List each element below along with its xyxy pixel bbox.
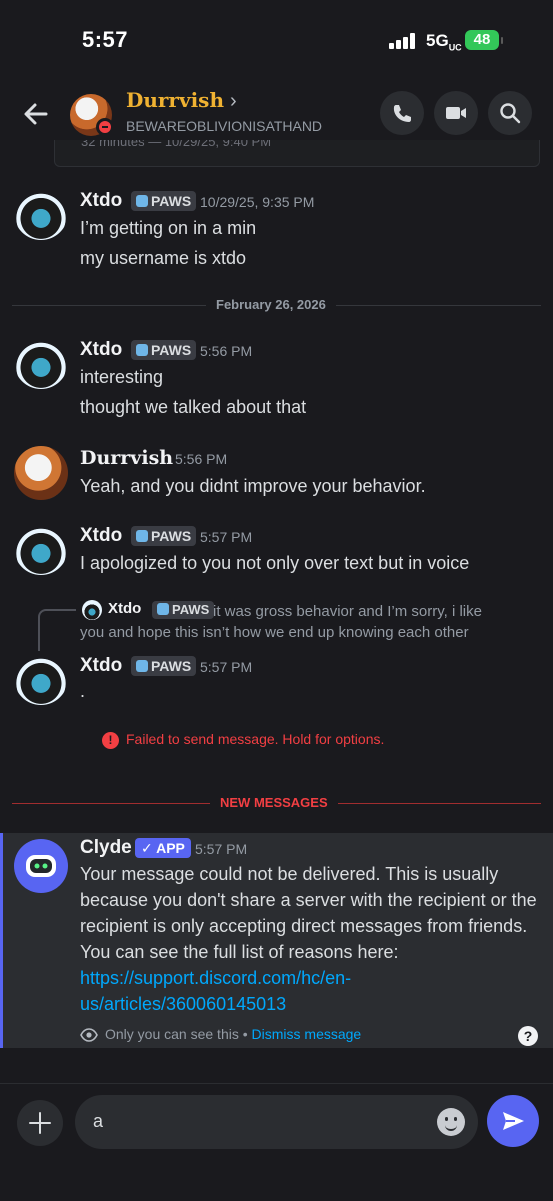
message-timestamp: 5:57 PM <box>195 841 248 857</box>
call-button[interactable] <box>380 91 424 135</box>
search-icon <box>500 103 521 124</box>
new-messages-label: NEW MESSAGES <box>210 795 338 810</box>
clyde-avatar[interactable] <box>14 839 68 893</box>
video-icon <box>446 107 466 119</box>
status-bar: 5:57 5GUC 48 <box>0 0 553 80</box>
dismiss-message-link[interactable]: Dismiss message <box>252 1026 362 1042</box>
avatar[interactable] <box>14 335 68 389</box>
emoji-icon[interactable] <box>437 1108 465 1136</box>
failed-send-notice[interactable]: Failed to send message. Hold for options… <box>126 731 384 747</box>
chevron-right-icon[interactable]: › <box>230 90 237 113</box>
paw-icon <box>136 660 148 672</box>
message-line: interesting <box>80 367 164 387</box>
message-timestamp: 5:57 PM <box>200 529 253 545</box>
message-line: . <box>80 681 86 701</box>
clyde-message-text: Your message could not be delivered. Thi… <box>80 864 537 1014</box>
search-button[interactable] <box>488 91 532 135</box>
status-time: 5:57 <box>82 27 129 52</box>
message-author[interactable]: Xtdo <box>80 655 122 677</box>
message-author[interactable]: Xtdo <box>80 339 122 361</box>
previous-embed: 32 minutes — 10/29/25, 9:40 PM <box>54 140 540 167</box>
guild-tag[interactable]: PAWS <box>131 191 197 211</box>
reply-author[interactable]: Xtdo <box>108 600 141 617</box>
video-call-button[interactable] <box>434 91 478 135</box>
avatar[interactable] <box>14 521 68 575</box>
message-line: I apologized to you not only over text b… <box>80 553 470 573</box>
message-timestamp: 5:56 PM <box>175 451 228 467</box>
dm-header: Durrvish › BEWAREOBLIVIONISATHAND <box>0 80 553 146</box>
message-timestamp: 10/29/25, 9:35 PM <box>200 194 315 210</box>
guild-tag[interactable]: PAWS <box>152 601 215 619</box>
message-author[interactable]: Xtdo <box>80 190 122 212</box>
recipient-username: BEWAREOBLIVIONISATHAND <box>126 118 323 134</box>
message-input[interactable]: a <box>75 1095 478 1149</box>
app-badge[interactable]: ✓ APP <box>135 838 191 858</box>
message-composer: a <box>0 1083 553 1201</box>
send-icon <box>503 1112 524 1130</box>
reply-avatar[interactable] <box>82 600 102 620</box>
reply-preview-text[interactable]: you and hope this isn’t how we end up kn… <box>80 624 469 641</box>
add-attachment-button[interactable] <box>17 1100 63 1146</box>
paw-icon <box>157 603 169 615</box>
reply-connector <box>38 609 76 651</box>
guild-tag[interactable]: PAWS <box>131 656 197 676</box>
guild-tag[interactable]: PAWS <box>131 526 197 546</box>
recipient-name[interactable]: Durrvish <box>126 88 224 112</box>
guild-tag[interactable]: PAWS <box>131 340 197 360</box>
paw-icon <box>136 195 148 207</box>
network-label: 5GUC <box>426 31 462 53</box>
error-icon: ! <box>102 732 119 749</box>
message-timestamp: 5:56 PM <box>200 343 253 359</box>
robot-icon <box>26 855 56 877</box>
support-link[interactable]: https://support.discord.com/hc/en-us/art… <box>80 968 351 1014</box>
avatar[interactable] <box>14 446 68 500</box>
eye-icon <box>80 1028 98 1042</box>
message-line: thought we talked about that <box>80 397 307 417</box>
message-author[interactable]: Clyde <box>80 837 132 859</box>
phone-icon <box>393 105 411 122</box>
message-input-value[interactable]: a <box>93 1111 103 1132</box>
message-line: my username is xtdo <box>80 248 247 268</box>
ephemeral-note: Only you can see this • Dismiss message <box>105 1026 362 1042</box>
battery-icon: 48 <box>465 30 503 50</box>
paw-icon <box>136 344 148 356</box>
message-timestamp: 5:57 PM <box>200 659 253 675</box>
date-divider-label: February 26, 2026 <box>206 297 336 312</box>
send-button[interactable] <box>487 1095 539 1147</box>
message-author[interactable]: Xtdo <box>80 525 122 547</box>
message-line: I’m getting on in a min <box>80 218 257 238</box>
reply-preview-text[interactable]: it was gross behavior and I’m sorry, i l… <box>213 600 543 623</box>
message-author[interactable]: Durrvish <box>80 447 173 469</box>
avatar[interactable] <box>14 651 68 705</box>
signal-icon <box>389 33 415 49</box>
help-icon[interactable]: ? <box>518 1026 538 1046</box>
back-arrow-icon[interactable] <box>18 96 54 132</box>
message-line: Yeah, and you didnt improve your behavio… <box>80 476 426 496</box>
paw-icon <box>136 530 148 542</box>
avatar[interactable] <box>14 186 68 240</box>
dnd-status-icon <box>96 118 114 136</box>
